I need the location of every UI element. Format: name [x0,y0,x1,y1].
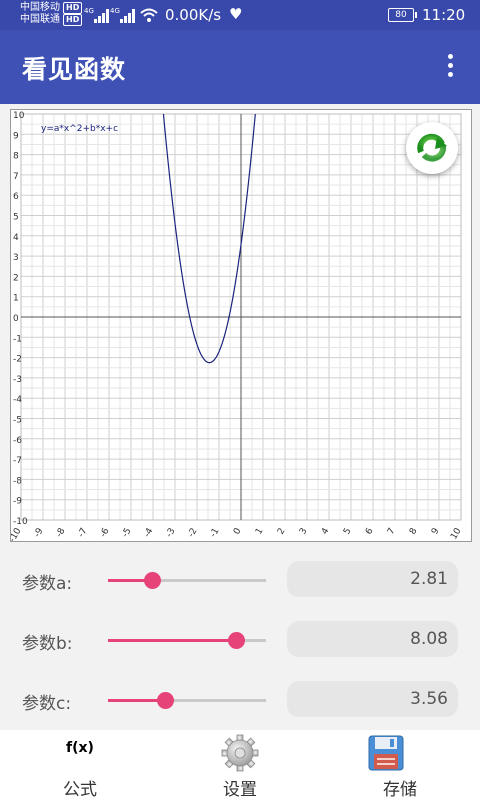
hd-badge-1: HD [63,2,83,14]
plot-canvas[interactable]: 109876543210-1-2-3-4-5-6-7-8-9-10-10 -9 -8… [8,110,471,544]
health-icon: ♥ [229,5,243,23]
x-tick-label: -6 [98,526,111,539]
y-tick-label: 10 [13,111,25,121]
x-tick-label: -5 [120,527,133,540]
floppy-disk-icon [368,735,404,771]
param-b-value-field[interactable]: 8.08 [287,621,458,657]
battery-icon: 80 [388,8,417,22]
x-tick-label: -1 [208,527,221,540]
y-tick-label: -5 [13,416,22,426]
y-tick-label: 3 [13,253,19,263]
nav-settings-label: 设置 [223,780,257,800]
y-tick-label: 2 [13,273,19,283]
param-b-row: 参数b: 8.08 [0,620,480,660]
signal-icon-2: 4G [110,7,135,23]
param-a-slider-thumb[interactable] [144,572,162,589]
y-tick-label: -2 [13,355,22,365]
x-tick-label: 7 [386,527,398,537]
x-tick-label: -10 [11,526,24,541]
y-tick-label: 6 [13,192,19,202]
param-b-value: 8.08 [410,629,448,649]
network-type-1: 4G [84,7,94,15]
x-tick-label: 2 [276,527,288,537]
nav-formula-label: 公式 [63,780,97,800]
y-tick-label: -3 [13,375,22,385]
x-tick-label: 3 [298,527,310,537]
function-plot[interactable]: 10 9 8 7 6 5 4 3 2 1 0 -1 -2 -3 -4 -5 -6 -7 -8 -9 -10 -10 -9 -8… [8,109,472,544]
hd-badge-2: HD [63,14,83,26]
x-tick-label: 10 [449,526,464,541]
status-bar: 中国移动 HD 中国联通 HD 4G 4G 0.00K/s ♥ 80 11:20 [0,0,480,30]
param-a-value-field[interactable]: 2.81 [287,561,458,597]
y-tick-label: -6 [13,436,22,446]
overflow-menu-icon[interactable] [444,52,456,82]
y-tick-label: 8 [13,152,19,162]
param-a-slider[interactable] [108,572,266,589]
param-b-slider-fill [108,639,236,642]
wifi-icon [140,8,158,22]
param-c-value-field[interactable]: 3.56 [287,681,458,717]
x-tick-label: -9 [32,526,45,539]
param-c-row: 参数c: 3.56 [0,680,480,720]
nav-formula[interactable]: f(x) 公式 [0,730,160,800]
nav-storage[interactable]: 存储 [320,730,480,800]
y-tick-label: -1 [13,334,22,344]
x-tick-label: 8 [408,526,420,536]
carrier-1: 中国移动 [20,2,60,13]
refresh-icon [417,133,447,162]
y-tick-label: -7 [13,456,22,466]
y-tick-label: -4 [13,395,22,405]
network-speed: 0.00K/s [165,6,222,24]
param-a-row: 参数a: 2.81 [0,560,480,600]
battery-level: 80 [395,10,407,20]
x-tick-label: -7 [76,527,89,540]
y-tick-label: 0 [13,314,19,324]
x-tick-label: 0 [232,526,244,536]
nav-settings[interactable]: 设置 [160,730,320,800]
param-b-slider[interactable] [108,632,266,649]
x-tick-label: 6 [364,526,376,536]
gear-icon [221,734,259,772]
carrier-2: 中国联通 [20,14,60,25]
param-a-value: 2.81 [410,569,448,589]
y-tick-label: -8 [13,476,22,486]
x-tick-label: 1 [254,527,266,537]
x-tick-label: -4 [142,526,155,539]
x-tick-label: -8 [54,526,67,539]
bottom-navigation: f(x) 公式 设置 存储 [0,730,480,800]
param-c-slider-thumb[interactable] [156,692,174,709]
param-c-label: 参数c: [22,694,72,714]
carrier-info: 中国移动 HD 中国联通 HD [20,2,83,26]
y-tick-label: 1 [13,294,19,304]
param-c-slider[interactable] [108,692,266,709]
x-tick-label: -2 [186,527,199,540]
param-c-value: 3.56 [410,689,448,709]
y-tick-label: 9 [13,131,19,141]
y-tick-label: 4 [13,233,19,243]
x-tick-label: 5 [342,527,354,537]
clock: 11:20 [422,6,466,24]
refresh-button[interactable] [406,122,458,174]
function-curve [162,114,256,364]
function-icon: f(x) [66,740,94,756]
y-tick-label: -10 [13,517,28,527]
formula-label: y=a*x^2+b*x+c [41,124,118,134]
x-tick-label: 9 [430,526,442,536]
x-tick-label: 4 [320,526,332,536]
y-tick-label: 7 [13,172,19,182]
app-title: 看见函数 [22,55,127,84]
param-b-slider-thumb[interactable] [227,632,245,649]
param-a-label: 参数a: [22,574,73,594]
param-b-label: 参数b: [22,634,73,654]
y-tick-label: 5 [13,213,19,223]
app-bar: 看见函数 [0,30,480,104]
y-tick-label: -9 [13,497,22,507]
network-type-2: 4G [110,7,120,15]
nav-storage-label: 存储 [383,780,417,800]
x-tick-label: -3 [164,527,177,540]
